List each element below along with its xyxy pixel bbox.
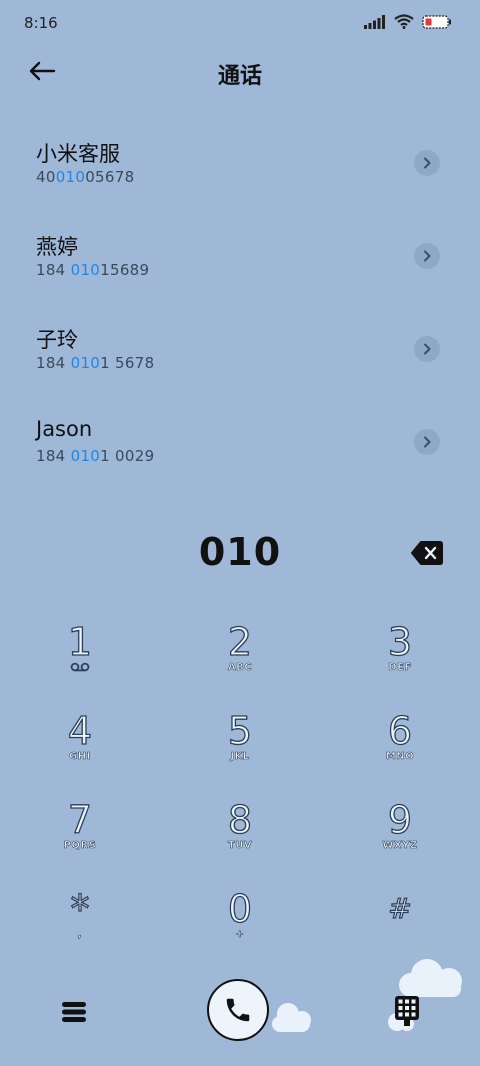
key-digit: 3 (387, 619, 413, 664)
contact-number: 184 0101 5678 (36, 354, 154, 372)
contact-item[interactable]: 小米客服 4001005678 (0, 118, 480, 211)
key-8[interactable]: 8 TUV (180, 797, 300, 878)
key-1[interactable]: 1 (20, 619, 140, 700)
bottom-bar (0, 975, 480, 1065)
status-time: 8:16 (24, 14, 58, 32)
chevron-right-icon (424, 436, 431, 448)
key-digit: # (388, 891, 413, 925)
number-suffix: 15689 (100, 261, 150, 279)
number-suffix: 1 5678 (100, 354, 155, 372)
battery-icon (422, 14, 451, 29)
contact-detail-button[interactable] (414, 429, 440, 455)
contact-item[interactable]: Jason 184 0101 0029 (0, 397, 480, 490)
key-digit: 7 (67, 797, 93, 842)
key-5[interactable]: 5 JKL (180, 708, 300, 789)
contact-name: 子玲 (36, 328, 78, 352)
key-digit: 8 (227, 797, 253, 842)
page-title: 通话 (217, 64, 262, 89)
contact-number: 184 01015689 (36, 261, 149, 279)
call-button[interactable] (207, 979, 269, 1041)
contact-item[interactable]: 燕婷 184 01015689 (0, 211, 480, 304)
key-9[interactable]: 9 WXYZ (340, 797, 460, 878)
wifi-icon (394, 14, 414, 29)
contact-detail-button[interactable] (414, 243, 440, 269)
dialpad-toggle-button[interactable] (392, 995, 422, 1029)
status-icons (364, 14, 452, 29)
key-digit: 6 (387, 708, 413, 753)
contact-item[interactable]: 子玲 184 0101 5678 (0, 304, 480, 397)
chevron-right-icon (424, 250, 431, 262)
contact-suggestion-list: 小米客服 4001005678 燕婷 184 01015689 子玲 184 0… (0, 118, 480, 490)
contact-name: Jason (36, 417, 93, 441)
key-0[interactable]: 0 + (180, 886, 300, 967)
header: 通话 (0, 46, 480, 102)
number-suffix: 05678 (85, 168, 135, 186)
key-6[interactable]: 6 MNO (340, 708, 460, 789)
key-digit: 1 (67, 619, 93, 664)
key-digit: 2 (227, 619, 253, 664)
backspace-icon (411, 541, 443, 565)
key-digit: 9 (387, 797, 413, 842)
number-prefix: 184 (36, 354, 71, 372)
key-star[interactable]: * , (20, 886, 140, 967)
menu-icon (62, 1002, 86, 1022)
key-letters: MNO (385, 751, 415, 763)
number-prefix: 40 (36, 168, 56, 186)
chevron-right-icon (424, 343, 431, 355)
number-match: 010 (70, 261, 101, 279)
key-letters: PQRS (63, 840, 97, 852)
signal-icon (364, 14, 385, 29)
key-letters: DEF (388, 662, 412, 674)
key-digit: 5 (227, 708, 253, 753)
menu-button[interactable] (58, 997, 90, 1027)
number-match: 010 (70, 447, 101, 465)
key-letters: JKL (230, 751, 250, 763)
dialpad-icon (395, 996, 419, 1026)
contact-number: 4001005678 (36, 168, 134, 186)
contact-name: 燕婷 (36, 235, 78, 259)
key-letters: TUV (227, 840, 253, 852)
contact-number: 184 0101 0029 (36, 447, 154, 465)
status-bar: 8:16 (0, 0, 480, 46)
number-match: 010 (70, 354, 101, 372)
number-prefix: 184 (36, 261, 71, 279)
phone-icon (226, 998, 250, 1022)
key-letters: + (235, 929, 245, 941)
key-digit: 4 (67, 708, 93, 753)
key-letters: , (77, 929, 83, 941)
key-letters: GHI (69, 751, 91, 763)
backspace-button[interactable] (410, 540, 444, 566)
dialed-number: 010 (198, 530, 282, 574)
voicemail-icon (20, 662, 140, 675)
contact-detail-button[interactable] (414, 336, 440, 362)
key-4[interactable]: 4 GHI (20, 708, 140, 789)
key-digit: * (70, 886, 90, 931)
contact-name: 小米客服 (36, 142, 120, 166)
key-letters: WXYZ (382, 840, 418, 852)
chevron-right-icon (424, 157, 431, 169)
key-2[interactable]: 2 ABC (180, 619, 300, 700)
number-prefix: 184 (36, 447, 71, 465)
key-3[interactable]: 3 DEF (340, 619, 460, 700)
key-7[interactable]: 7 PQRS (20, 797, 140, 878)
key-letters: ABC (227, 662, 253, 674)
key-digit: 0 (227, 886, 253, 931)
number-suffix: 1 0029 (100, 447, 155, 465)
contact-detail-button[interactable] (414, 150, 440, 176)
number-match: 010 (55, 168, 86, 186)
